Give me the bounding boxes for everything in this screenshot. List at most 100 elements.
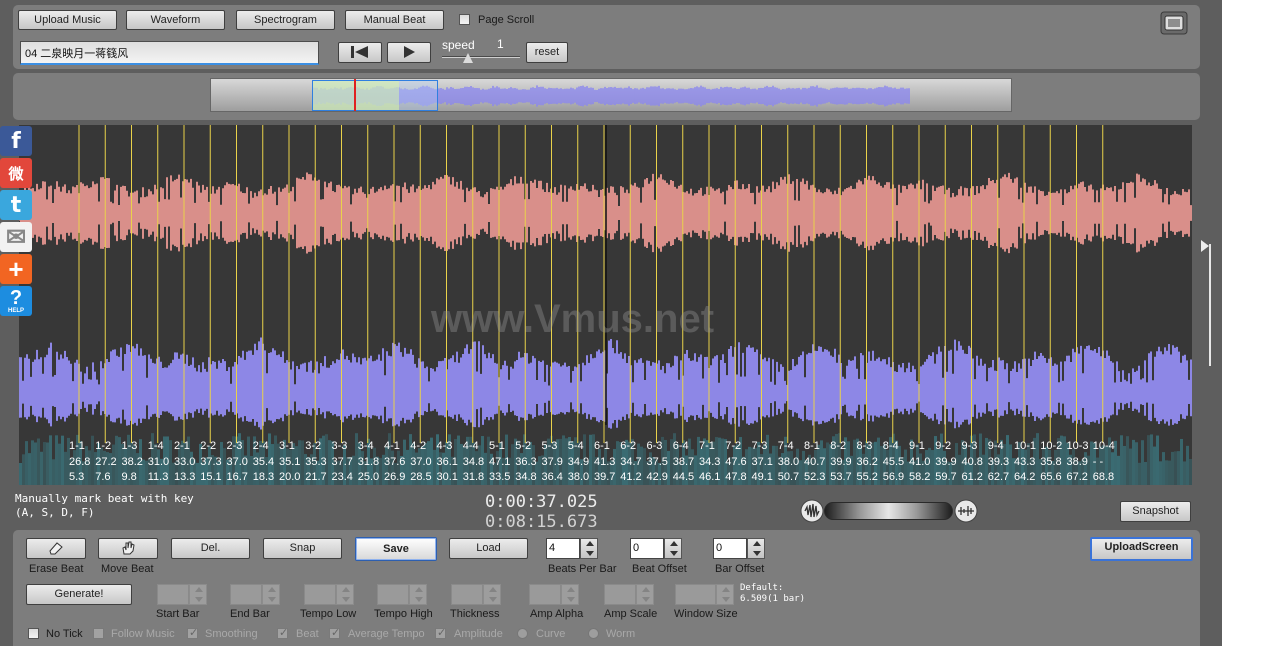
bar-offset-stepper[interactable]: 0 [713, 538, 765, 559]
beat-offset-stepper[interactable]: 0 [630, 538, 682, 559]
beats-per-bar-arrows[interactable] [580, 538, 598, 559]
playhead-marker[interactable] [354, 79, 356, 111]
smoothing-label: Smoothing [205, 628, 258, 640]
snap-button[interactable]: Snap [263, 538, 342, 559]
beat-tempo: 47.1 [489, 456, 510, 468]
beat-offset-arrows[interactable] [664, 538, 682, 559]
bar-offset-value[interactable]: 0 [713, 538, 747, 559]
tempo-low-arrows[interactable] [336, 584, 354, 605]
tempo-low-stepper[interactable] [304, 584, 354, 605]
play-button[interactable] [387, 42, 431, 63]
window-size-stepper[interactable] [675, 584, 734, 605]
beat-label: 2-4 [253, 440, 269, 452]
amp-alpha-stepper[interactable] [529, 584, 579, 605]
reset-button[interactable]: reset [526, 42, 568, 63]
tempo-low-value[interactable] [304, 584, 336, 605]
beat-time: 58.2 [909, 471, 930, 483]
facebook-icon[interactable]: f [0, 126, 32, 156]
app-window: Upload Music Waveform Spectrogram Manual… [0, 0, 1222, 646]
bar-offset-label: Bar Offset [715, 563, 765, 575]
waveform-view[interactable]: 1-1 26.8 5.3 1-2 27.2 7.6 1-3 38.2 9.8 1-4 31.0 11.… [19, 125, 1192, 485]
overview-scrubber[interactable] [210, 78, 1012, 112]
thickness-stepper[interactable] [451, 584, 501, 605]
window-size-value[interactable] [675, 584, 716, 605]
beat-tempo: 35.1 [279, 456, 300, 468]
tempo-high-value[interactable] [377, 584, 409, 605]
skip-to-start-button[interactable] [338, 42, 382, 63]
speed-label: speed [442, 38, 475, 52]
zoom-control[interactable] [800, 498, 978, 524]
amp-scale-label: Amp Scale [604, 608, 658, 620]
add-share-icon[interactable]: + [0, 254, 32, 284]
load-button[interactable]: Load [449, 538, 528, 559]
default-value: 6.509(1 bar) [740, 594, 806, 604]
end-bar-stepper[interactable] [230, 584, 280, 605]
delete-button[interactable]: Del. [171, 538, 250, 559]
window-size-arrows[interactable] [716, 584, 734, 605]
start-bar-arrows[interactable] [189, 584, 207, 605]
window-icon[interactable] [1160, 11, 1188, 35]
beat-time: 65.6 [1040, 471, 1061, 483]
amp-scale-stepper[interactable] [604, 584, 654, 605]
move-beat-button[interactable] [98, 538, 158, 559]
amp-scale-value[interactable] [604, 584, 636, 605]
zoom-out-wave-icon [800, 499, 824, 523]
spectrogram-button[interactable]: Spectrogram [236, 10, 335, 30]
amp-scale-arrows[interactable] [636, 584, 654, 605]
manual-beat-button[interactable]: Manual Beat [345, 10, 444, 30]
upload-music-button[interactable]: Upload Music [18, 10, 117, 30]
speed-slider-thumb[interactable] [463, 53, 473, 63]
track-title-field[interactable]: 04 二泉映月一蒋篯风 [20, 41, 319, 65]
tempo-high-stepper[interactable] [377, 584, 427, 605]
beats-per-bar-stepper[interactable]: 4 [546, 538, 598, 559]
end-bar-value[interactable] [230, 584, 262, 605]
beat-tempo: 34.7 [620, 456, 641, 468]
upload-screen-button[interactable]: UploadScreen [1090, 537, 1193, 561]
waveform-button[interactable]: Waveform [126, 10, 225, 30]
mail-icon[interactable]: ✉ [0, 222, 32, 252]
vertical-scrollbar[interactable] [1201, 240, 1213, 366]
beat-time: 36.4 [542, 471, 563, 483]
follow-music-checkbox[interactable] [93, 628, 104, 639]
start-bar-value[interactable] [157, 584, 189, 605]
amplitude-checkbox[interactable] [435, 626, 446, 639]
end-bar-arrows[interactable] [262, 584, 280, 605]
thickness-arrows[interactable] [483, 584, 501, 605]
beat-time: 53.7 [830, 471, 851, 483]
bar-offset-arrows[interactable] [747, 538, 765, 559]
generate-button[interactable]: Generate! [26, 584, 132, 605]
smoothing-checkbox[interactable] [187, 626, 198, 639]
beat-offset-value[interactable]: 0 [630, 538, 664, 559]
beat-tempo: 34.9 [568, 456, 589, 468]
worm-radio[interactable] [588, 628, 599, 639]
beat-time: 62.7 [988, 471, 1009, 483]
curve-radio[interactable] [517, 628, 528, 639]
twitter-icon[interactable]: t [0, 190, 32, 220]
thickness-value[interactable] [451, 584, 483, 605]
page-scroll-checkbox[interactable] [459, 14, 470, 25]
speed-slider[interactable] [442, 53, 520, 65]
beat-time: 50.7 [778, 471, 799, 483]
beat-label: 10-2 [1040, 440, 1062, 452]
beat-time: 44.5 [673, 471, 694, 483]
help-icon[interactable]: ? HELP [0, 286, 32, 316]
amp-alpha-value[interactable] [529, 584, 561, 605]
no-tick-checkbox[interactable] [28, 628, 39, 639]
average-tempo-checkbox[interactable] [329, 626, 340, 639]
beat-time: 39.7 [594, 471, 615, 483]
weibo-icon[interactable]: 微 [0, 158, 32, 188]
amp-alpha-arrows[interactable] [561, 584, 579, 605]
beats-per-bar-value[interactable]: 4 [546, 538, 580, 559]
beat-tempo: 36.3 [515, 456, 536, 468]
erase-beat-button[interactable] [26, 538, 86, 559]
snapshot-button[interactable]: Snapshot [1120, 501, 1191, 522]
hint-line-2: (A, S, D, F) [15, 506, 95, 519]
play-icon [404, 46, 415, 58]
tempo-high-arrows[interactable] [409, 584, 427, 605]
start-bar-stepper[interactable] [157, 584, 207, 605]
save-button[interactable]: Save [355, 537, 437, 561]
beat-checkbox[interactable] [277, 626, 288, 639]
zoom-slider-track[interactable] [824, 502, 953, 520]
beat-tempo: 39.3 [988, 456, 1009, 468]
beat-tempo: 38.0 [778, 456, 799, 468]
